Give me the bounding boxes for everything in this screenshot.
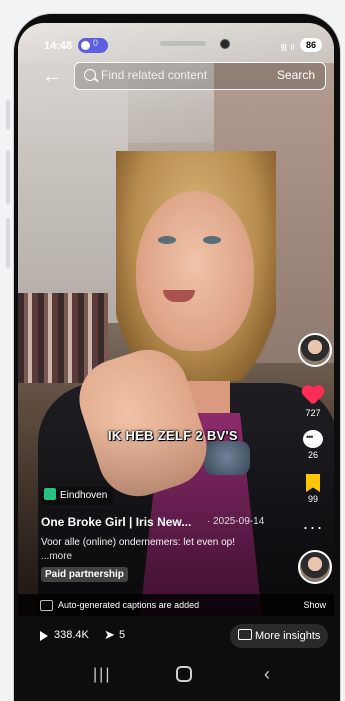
back-arrow-icon[interactable]: ← xyxy=(42,66,64,86)
person-eye xyxy=(158,236,176,244)
post-description: Voor alle (online) ondernemers: let even… xyxy=(41,537,236,548)
home-icon[interactable] xyxy=(176,666,192,682)
video-caption-overlay: IK HEB ZELF 2 BV'S xyxy=(108,428,238,443)
person-eye xyxy=(203,236,221,244)
like-count: 727 xyxy=(305,408,321,418)
insights-label: More insights xyxy=(255,630,321,642)
comment-count: 26 xyxy=(307,450,318,460)
creator-avatar[interactable] xyxy=(298,333,332,367)
speaker-grille xyxy=(160,41,206,46)
captions-text: Auto-generated captions are added xyxy=(58,600,200,610)
search-bar[interactable]: Find related content Search xyxy=(74,62,326,90)
play-icon xyxy=(40,631,48,641)
location-label: Eindhoven xyxy=(60,490,108,501)
signal-icon: ᯾ ıl xyxy=(280,42,295,52)
power-button xyxy=(6,218,10,268)
recent-apps-icon[interactable]: ||| xyxy=(93,666,111,684)
like-button[interactable]: 727 xyxy=(298,386,328,418)
more-icon[interactable]: ··· xyxy=(298,518,328,536)
bookmark-icon xyxy=(306,474,320,492)
share-icon: ➤ xyxy=(104,627,115,642)
front-camera xyxy=(220,39,230,49)
stats-bar: 338.4K ➤ 5 More insights xyxy=(18,616,334,656)
save-count: 99 xyxy=(307,494,318,504)
person-face xyxy=(136,191,254,351)
status-bar: 14:48 0 ᯾ ıl 86 xyxy=(18,36,334,58)
heart-icon xyxy=(302,386,324,406)
location-icon xyxy=(44,488,56,500)
view-count: 338.4K xyxy=(54,629,89,641)
search-input[interactable]: Find related content xyxy=(101,68,207,82)
captions-show-button[interactable]: Show xyxy=(303,600,326,610)
post-date: · 2025-09-14 xyxy=(207,516,265,527)
author-name[interactable]: One Broke Girl | Iris New... xyxy=(41,515,191,529)
share-count: 5 xyxy=(119,629,126,641)
volume-up-button xyxy=(6,100,10,130)
search-button[interactable]: Search xyxy=(277,68,315,82)
status-time: 14:48 xyxy=(44,40,73,52)
paid-partnership-badge: Paid partnership xyxy=(41,567,128,582)
sound-avatar[interactable] xyxy=(298,550,332,584)
save-button[interactable]: 99 xyxy=(298,474,328,504)
battery-indicator: 86 xyxy=(300,38,322,52)
captions-icon xyxy=(40,600,53,611)
video-background xyxy=(18,63,128,323)
more-link[interactable]: ...more xyxy=(41,551,72,562)
captions-bar: Auto-generated captions are added Show xyxy=(18,594,334,616)
location-tag[interactable]: Eindhoven xyxy=(41,487,114,505)
notification-text: 0 xyxy=(93,38,99,48)
comment-icon xyxy=(303,430,323,448)
system-nav-bar: ||| ‹ xyxy=(18,656,334,701)
more-insights-button[interactable]: More insights xyxy=(230,624,329,648)
back-icon[interactable]: ‹ xyxy=(264,664,270,685)
volume-down-button xyxy=(6,150,10,205)
search-icon xyxy=(84,69,96,81)
comment-button[interactable]: 26 xyxy=(298,430,328,460)
chart-icon xyxy=(238,629,252,640)
